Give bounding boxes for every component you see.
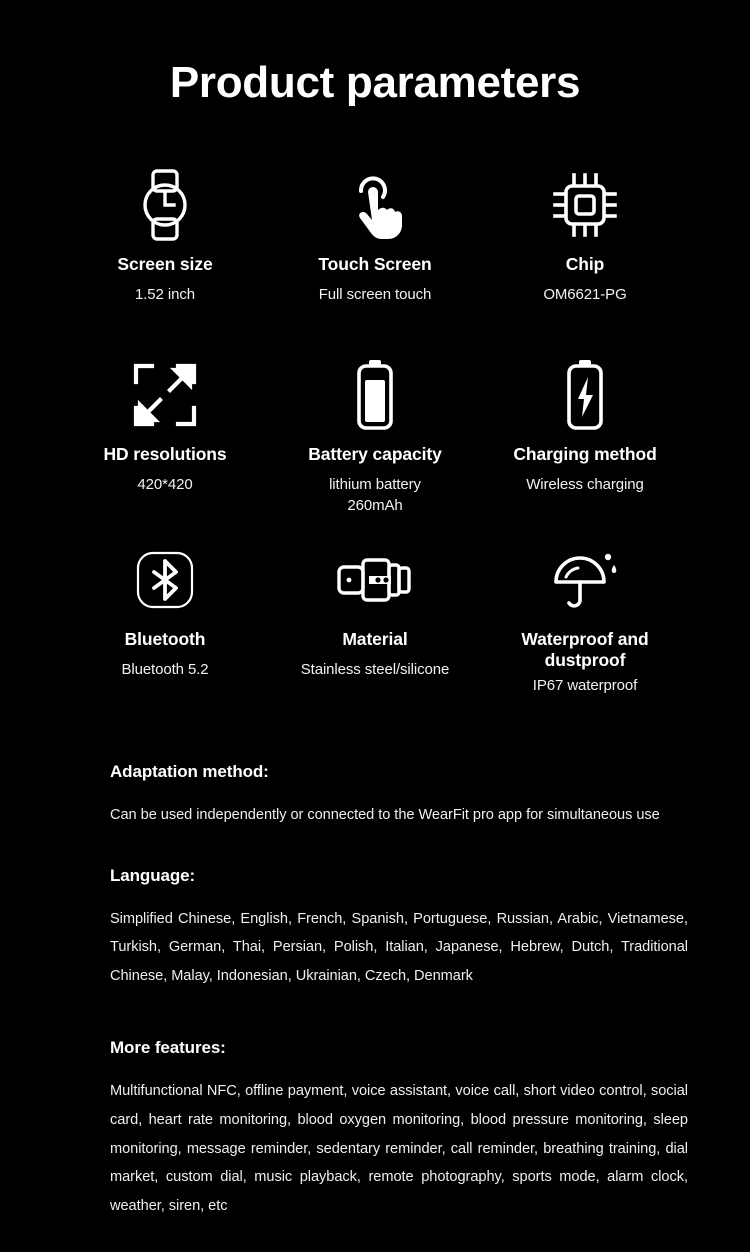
spec-item-charging-method: Charging method Wireless charging — [480, 358, 690, 543]
spec-value: 1.52 inch — [135, 285, 195, 303]
spec-label: Bluetooth — [124, 629, 206, 649]
spec-value: Bluetooth 5.2 — [121, 660, 209, 678]
spec-value-line1: lithium battery — [329, 475, 421, 493]
watch-strap-icon — [336, 543, 414, 617]
spec-label: Touch Screen — [318, 254, 432, 274]
spec-item-hd-resolutions: HD resolutions 420*420 — [60, 358, 270, 543]
section-heading: Adaptation method: — [110, 762, 269, 781]
spec-value: Wireless charging — [526, 475, 644, 493]
page-title: Product parameters — [169, 58, 581, 107]
spec-item-touch-screen: Touch Screen Full screen touch — [270, 168, 480, 358]
spec-value: Stainless steel/silicone — [300, 660, 450, 678]
spec-item-waterproof: Waterproof and dustproof IP67 waterproof — [480, 543, 690, 708]
product-parameters-page: Product parameters Screen size 1.52 inch — [0, 0, 750, 1252]
chip-icon — [551, 168, 619, 242]
spec-value: 420*420 — [137, 475, 193, 493]
section-body: Can be used independently or connected t… — [110, 807, 660, 823]
section-body: Simplified Chinese, English, French, Spa… — [110, 910, 688, 984]
spec-row: HD resolutions 420*420 Battery capacity … — [60, 358, 690, 543]
spec-label: Screen size — [117, 254, 213, 274]
spec-label: Battery capacity — [308, 444, 442, 464]
spec-item-bluetooth: Bluetooth Bluetooth 5.2 — [60, 543, 270, 708]
spec-label: Waterproof and dustproof — [521, 629, 649, 670]
battery-icon — [352, 358, 398, 432]
spec-item-screen-size: Screen size 1.52 inch — [60, 168, 270, 358]
section-heading: More features: — [110, 1038, 226, 1058]
spec-item-chip: Chip OM6621-PG — [480, 168, 690, 358]
spec-item-battery-capacity: Battery capacity lithium battery 260mAh — [270, 358, 480, 543]
section-language: Language: Simplified Chinese, English, F… — [110, 866, 688, 991]
spec-label: Charging method — [513, 444, 657, 464]
spec-item-material: Material Stainless steel/silicone — [270, 543, 480, 708]
text-sections: Adaptation method: Can be used independe… — [110, 762, 688, 1220]
touch-hand-icon — [344, 168, 406, 242]
section-more-features: More features: Multifunctional NFC, offl… — [110, 1038, 688, 1220]
spec-value: IP67 waterproof — [532, 677, 638, 695]
spec-row: Screen size 1.52 inch Touch Screen Full … — [60, 168, 690, 358]
watch-icon — [132, 168, 198, 242]
section-body: Multifunctional NFC, offline payment, vo… — [110, 1083, 688, 1214]
battery-charging-icon — [562, 358, 608, 432]
spec-value: Full screen touch — [318, 285, 432, 303]
bluetooth-icon — [136, 543, 194, 617]
section-adaptation-method: Adaptation method: Can be used independe… — [110, 762, 688, 830]
spec-value-line2: 260mAh — [347, 497, 403, 515]
spec-row: Bluetooth Bluetooth 5.2 Material Stainle… — [60, 543, 690, 708]
expand-resolution-icon — [132, 358, 198, 432]
section-heading: Language: — [110, 865, 196, 885]
spec-label: Chip — [565, 254, 605, 274]
spec-grid: Screen size 1.52 inch Touch Screen Full … — [60, 168, 690, 708]
spec-label: Material — [342, 629, 408, 649]
spec-value: lithium battery 260mAh — [329, 474, 421, 518]
umbrella-waterproof-icon — [550, 543, 620, 617]
spec-label: HD resolutions — [103, 444, 227, 464]
spec-value: OM6621-PG — [543, 285, 627, 303]
